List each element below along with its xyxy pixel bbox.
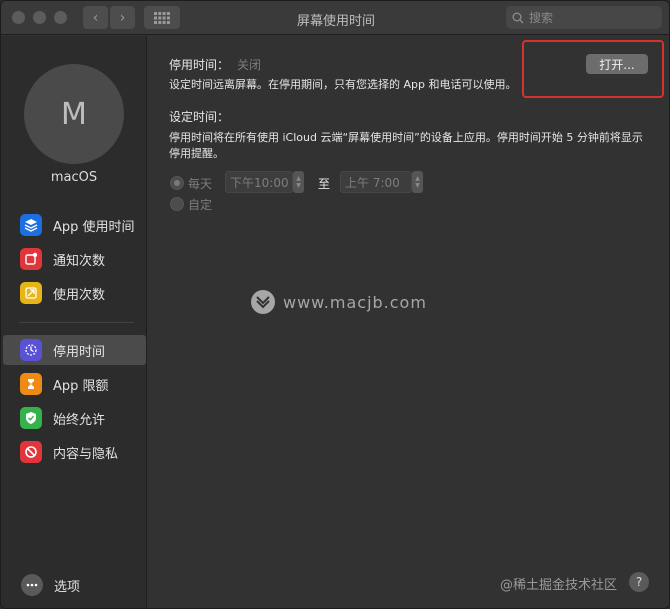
options-label: 选项 <box>54 579 81 595</box>
show-all-button[interactable] <box>144 6 180 29</box>
sidebar-item-label: 内容与隐私 <box>53 446 119 462</box>
sidebar-item-content-privacy[interactable]: 内容与隐私 <box>3 437 146 467</box>
sidebar: M macOS App 使用时间 通知次数 使用次数 停用时间 App 限额 始… <box>1 36 147 608</box>
corner-watermark: @稀土掘金技术社区 <box>500 578 618 593</box>
search-icon <box>512 12 524 23</box>
sidebar-item-app-limits[interactable]: App 限额 <box>3 369 146 399</box>
downtime-icon <box>20 339 42 361</box>
hourglass-icon <box>20 373 42 395</box>
sidebar-item-notifications[interactable]: 通知次数 <box>3 244 146 274</box>
chevron-left-icon: ‹ <box>92 9 99 26</box>
sidebar-item-label: 通知次数 <box>53 253 106 269</box>
title-bar: ‹ › 屏幕使用时间 搜索 <box>1 1 669 35</box>
open-downtime-button[interactable]: 打开... <box>586 54 648 74</box>
sidebar-item-app-usage[interactable]: App 使用时间 <box>3 210 146 240</box>
pickup-icon <box>20 282 42 304</box>
sidebar-item-label: App 使用时间 <box>53 219 135 235</box>
everyday-label: 每天 <box>188 177 213 191</box>
help-button[interactable]: ? <box>629 572 649 592</box>
user-name: macOS <box>50 170 98 185</box>
sidebar-item-label: 使用次数 <box>53 287 106 303</box>
back-button[interactable]: ‹ <box>83 6 108 29</box>
notification-icon <box>20 248 42 270</box>
stepper-down-icon: ▼ <box>296 182 301 189</box>
downtime-status: 关闭 <box>237 58 262 72</box>
close-window-button[interactable] <box>12 11 25 24</box>
stepper-up-icon: ▲ <box>296 175 301 182</box>
sidebar-item-downtime[interactable]: 停用时间 <box>3 335 146 365</box>
schedule-label: 设定时间： <box>169 110 230 124</box>
custom-radio[interactable] <box>170 197 184 211</box>
checkmark-shield-icon <box>20 407 42 429</box>
grid-icon <box>154 11 170 24</box>
start-time-stepper[interactable]: ▲ ▼ <box>293 171 304 193</box>
options-button[interactable]: 选项 <box>21 574 80 596</box>
sidebar-item-label: 停用时间 <box>53 344 106 360</box>
avatar[interactable]: M <box>24 64 124 164</box>
watermark-text: www.macjb.com <box>283 292 427 312</box>
zoom-window-button[interactable] <box>54 11 67 24</box>
to-label: 至 <box>318 177 331 191</box>
screen-time-window: ‹ › 屏幕使用时间 搜索 M macOS App 使用时间 通知次数 使用次数… <box>0 0 670 609</box>
sidebar-item-label: App 限额 <box>53 378 109 394</box>
ellipsis-icon <box>21 574 43 596</box>
sidebar-item-always-allowed[interactable]: 始终允许 <box>3 403 146 433</box>
end-time-stepper[interactable]: ▲ ▼ <box>412 171 423 193</box>
stepper-down-icon: ▼ <box>415 182 420 189</box>
schedule-description-line1: 停用时间将在所有使用 iCloud 云端“屏幕使用时间”的设备上应用。停用时间开… <box>169 131 643 144</box>
downtime-description: 设定时间远离屏幕。在停用期间，只有您选择的 App 和电话可以使用。 <box>169 78 517 91</box>
start-time-field[interactable]: 下午10:00 <box>225 171 293 193</box>
forward-button[interactable]: › <box>110 6 135 29</box>
main-panel: 停用时间： 关闭 设定时间远离屏幕。在停用期间，只有您选择的 App 和电话可以… <box>148 36 669 608</box>
sidebar-divider <box>19 322 134 323</box>
minimize-window-button[interactable] <box>33 11 46 24</box>
sidebar-item-label: 始终允许 <box>53 412 106 428</box>
search-placeholder: 搜索 <box>529 11 554 25</box>
search-field[interactable]: 搜索 <box>506 6 662 29</box>
downtime-label: 停用时间： <box>169 58 230 72</box>
sidebar-item-pickups[interactable]: 使用次数 <box>3 278 146 308</box>
schedule-description-line2: 停用提醒。 <box>169 147 224 160</box>
custom-label: 自定 <box>188 198 213 212</box>
watermark-logo-icon <box>251 290 275 314</box>
chevron-right-icon: › <box>119 9 126 26</box>
end-time-field[interactable]: 上午 7:00 <box>340 171 412 193</box>
everyday-radio[interactable] <box>170 176 184 190</box>
layers-icon <box>20 214 42 236</box>
no-entry-icon <box>20 441 42 463</box>
site-watermark: www.macjb.com <box>251 290 427 314</box>
stepper-up-icon: ▲ <box>415 175 420 182</box>
avatar-letter: M <box>61 96 87 132</box>
